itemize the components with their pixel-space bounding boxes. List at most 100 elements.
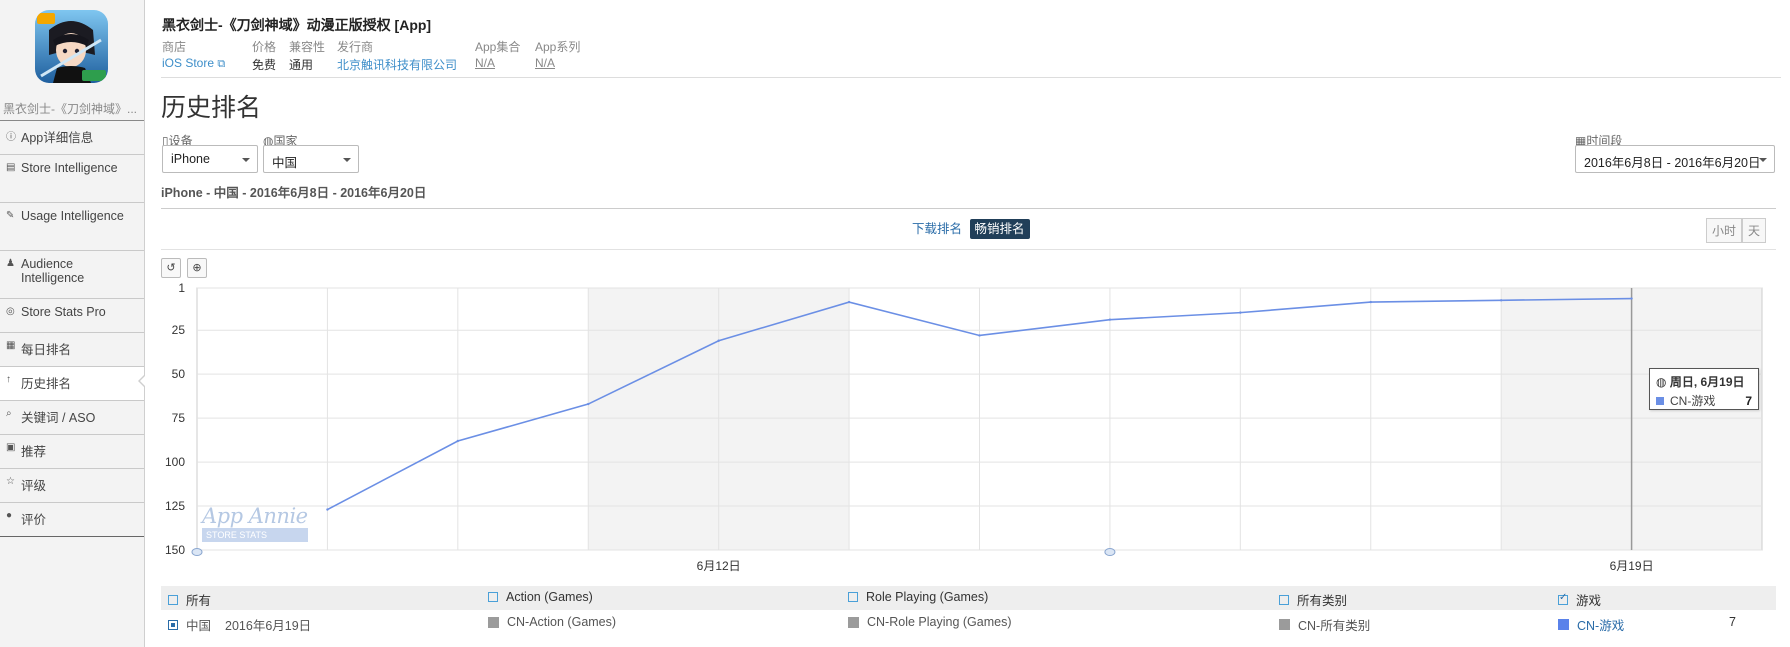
tooltip-series: CN-游戏	[1670, 394, 1716, 408]
sidebar-item-store-intelligence[interactable]: ▤ Store Intelligence	[0, 155, 144, 203]
comment-icon: ●	[6, 510, 13, 521]
app-icon[interactable]	[35, 10, 108, 83]
x-tick-label: 6月19日	[1610, 559, 1654, 573]
range-handle-left	[191, 548, 203, 556]
sidebar-item-ratings[interactable]: ☆ 评级	[0, 469, 144, 503]
publisher-label: 发行商	[337, 40, 374, 54]
series-link[interactable]: N/A	[535, 56, 555, 70]
tab-grossing[interactable]: 畅销排名	[969, 219, 1030, 239]
device-select[interactable]: iPhone	[162, 145, 258, 173]
series-swatch	[848, 616, 859, 628]
zoom-icon: ⊕	[192, 262, 202, 274]
data-point	[1239, 311, 1242, 314]
undo-icon: ↺	[166, 262, 176, 274]
tooltip-row: CN-游戏 7	[1656, 392, 1752, 409]
data-point	[1108, 318, 1112, 321]
sidebar-item-reviews[interactable]: ● 评价	[0, 503, 144, 537]
legend-date: 2016年6月19日	[225, 619, 312, 633]
tooltip-value: 7	[1745, 393, 1752, 408]
data-point	[717, 339, 720, 342]
store-label: 商店	[162, 40, 187, 54]
data-point	[1499, 299, 1503, 302]
subtitle-divider	[161, 208, 1776, 209]
sidebar: 黑衣剑士-《刀剑神域》... ⓘ App详细信息 ▤ Store Intellige…	[0, 0, 146, 647]
y-tick-label: 100	[165, 455, 185, 469]
series-label: App系列	[535, 40, 581, 54]
chart-divider	[161, 249, 1776, 250]
sidebar-item-label: 评价	[21, 513, 47, 527]
y-tick-label: 1	[178, 281, 185, 295]
series-swatch	[488, 616, 499, 628]
stats-icon: ◎	[6, 306, 15, 317]
compat-label: 兼容性	[289, 40, 326, 54]
legend-toggle-all-categories[interactable]: 所有类别	[1279, 590, 1347, 609]
sidebar-item-keywords-aso[interactable]: ⌕ 关键词 / ASO	[0, 401, 144, 435]
period-select[interactable]: 2016年6月8日 - 2016年6月20日	[1575, 145, 1775, 173]
country-select[interactable]: 中国	[263, 145, 359, 173]
checkbox[interactable]	[1279, 594, 1289, 605]
legend-item: CN-Action (Games)	[488, 615, 616, 629]
sidebar-item-label: 评级	[21, 479, 47, 493]
reset-zoom-button[interactable]: ↺	[161, 258, 181, 278]
tab-downloads[interactable]: 下载排名	[912, 222, 962, 236]
x-tick-label: 6月12日	[697, 559, 741, 573]
globe-icon: ◍	[1656, 375, 1667, 389]
collection-link[interactable]: N/A	[475, 56, 495, 70]
compat-value: 通用	[289, 58, 314, 72]
legend-toggle-role-playing[interactable]: Role Playing (Games)	[848, 590, 988, 604]
sidebar-item-label: Store Intelligence	[21, 161, 118, 175]
sidebar-item-usage-intelligence[interactable]: ✎ Usage Intelligence	[0, 203, 144, 251]
sidebar-nav: ⓘ App详细信息 ▤ Store Intelligence ✎ Usage Inte…	[0, 120, 146, 537]
watermark: App Annie STORE STATS	[202, 504, 308, 542]
legend-row-country[interactable]: 中国 2016年6月19日	[168, 615, 311, 634]
checkbox-checked[interactable]	[1558, 592, 1568, 605]
chart-subtitle: iPhone - 中国 - 2016年6月8日 - 2016年6月20日	[161, 186, 427, 200]
sidebar-item-featured[interactable]: ▣ 推荐	[0, 435, 144, 469]
sidebar-item-store-stats-pro[interactable]: ◎ Store Stats Pro	[0, 299, 144, 333]
app-title: 黑衣剑士-《刀剑神域》动漫正版授权 [App]	[162, 17, 432, 33]
checkbox[interactable]	[848, 592, 858, 602]
sidebar-item-label: Store Stats Pro	[21, 305, 106, 319]
external-link-icon: ⧉	[217, 58, 226, 70]
radio-selected[interactable]	[168, 619, 178, 630]
legend-toggle-games[interactable]: 游戏	[1558, 590, 1601, 609]
chevron-down-icon	[1759, 158, 1767, 162]
sidebar-item-label: 推荐	[21, 445, 47, 459]
star-icon: ☆	[6, 476, 15, 487]
legend-item: CN-所有类别	[1279, 615, 1370, 634]
watermark-sub: STORE STATS	[202, 528, 308, 542]
chart-tooltip: ◍ 周日, 6月19日 CN-游戏 7	[1649, 368, 1759, 410]
store-link[interactable]: iOS Store ⧉	[162, 56, 225, 71]
tooltip-title: ◍ 周日, 6月19日	[1656, 375, 1745, 389]
sidebar-item-audience-intelligence[interactable]: ♟ Audience Intelligence	[0, 251, 144, 299]
publisher-link[interactable]: 北京触讯科技有限公司	[337, 56, 457, 73]
data-point	[978, 334, 981, 337]
watermark-brand: App Annie	[202, 504, 308, 528]
checkbox[interactable]	[488, 592, 498, 602]
y-tick-label: 125	[165, 499, 185, 513]
page-title: 历史排名	[161, 94, 262, 122]
legend-toggle-action[interactable]: Action (Games)	[488, 590, 593, 604]
sidebar-item-daily-rank[interactable]: ▦ 每日排名	[0, 333, 144, 367]
y-tick-label: 150	[165, 543, 185, 557]
person-icon: ♟	[6, 258, 15, 269]
data-point	[456, 439, 460, 443]
collection-label: App集合	[475, 40, 521, 54]
rank-chart: 12550751001251506月12日 6月19日	[165, 281, 1763, 573]
sidebar-item-app-details[interactable]: ⓘ App详细信息	[0, 121, 144, 155]
zoom-button[interactable]: ⊕	[187, 258, 207, 278]
unit-day-button[interactable]: 天	[1742, 218, 1767, 243]
legend-toggle-all[interactable]: 所有	[168, 590, 211, 609]
keyword-icon: ⌕	[6, 408, 12, 419]
sidebar-item-label: 历史排名	[21, 377, 72, 391]
y-tick-label: 50	[172, 367, 186, 381]
data-point	[326, 508, 329, 511]
sidebar-item-label: Audience Intelligence	[21, 257, 85, 285]
chevron-down-icon	[242, 158, 250, 162]
range-handle-right	[1104, 548, 1116, 556]
unit-hour-button[interactable]: 小时	[1706, 218, 1743, 243]
legend-item: CN-Role Playing (Games)	[848, 615, 1011, 629]
sidebar-item-history-rank[interactable]: ↑ 历史排名	[0, 367, 146, 401]
checkbox[interactable]	[168, 594, 178, 605]
series-swatch	[1279, 619, 1290, 630]
